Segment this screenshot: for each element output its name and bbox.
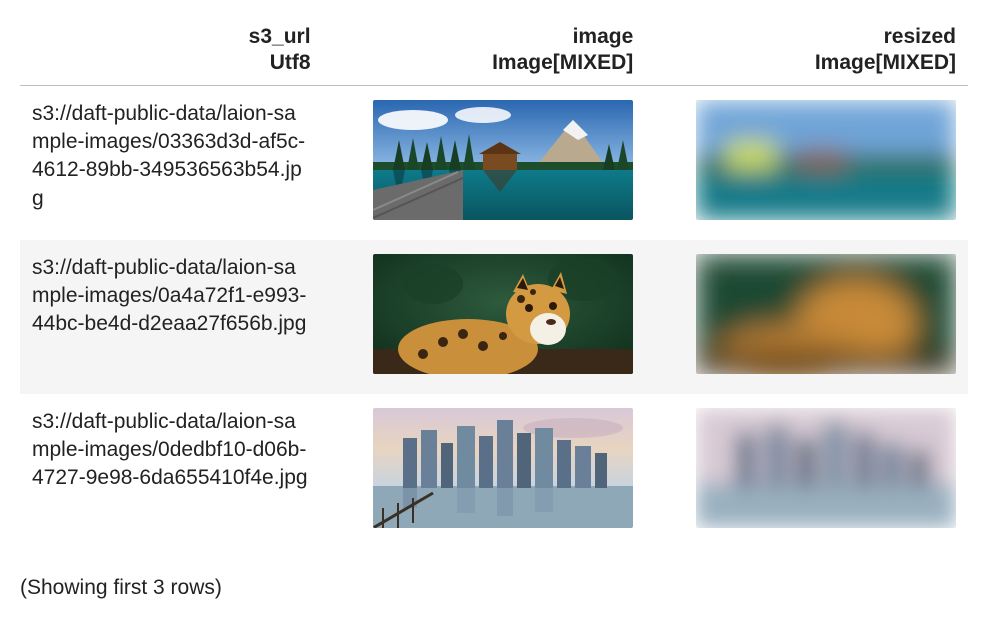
column-header-image: image Image[MIXED] (323, 18, 646, 85)
cell-image (323, 240, 646, 394)
cell-image (323, 394, 646, 548)
column-type: Utf8 (270, 51, 311, 74)
footer-note: (Showing first 3 rows) (20, 576, 968, 600)
column-header-resized: resized Image[MIXED] (645, 18, 968, 85)
image-thumbnail-resized (696, 100, 956, 220)
cell-s3url: s3://daft-public-data/laion-sample-image… (20, 85, 323, 240)
column-name: resized (884, 25, 956, 48)
column-type: Image[MIXED] (492, 51, 633, 74)
column-header-s3url: s3_url Utf8 (20, 18, 323, 85)
column-type: Image[MIXED] (815, 51, 956, 74)
column-name: s3_url (249, 25, 311, 48)
cell-image (323, 85, 646, 240)
header-row: s3_url Utf8 image Image[MIXED] resized I… (20, 18, 968, 85)
image-thumbnail (373, 408, 633, 528)
image-thumbnail-resized (696, 408, 956, 528)
column-name: image (573, 25, 634, 48)
image-thumbnail (373, 254, 633, 374)
cell-s3url: s3://daft-public-data/laion-sample-image… (20, 394, 323, 548)
cell-resized (645, 240, 968, 394)
cell-resized (645, 85, 968, 240)
table-row: s3://daft-public-data/laion-sample-image… (20, 240, 968, 394)
cell-resized (645, 394, 968, 548)
image-thumbnail (373, 100, 633, 220)
table-row: s3://daft-public-data/laion-sample-image… (20, 85, 968, 240)
image-thumbnail-resized (696, 254, 956, 374)
data-table: s3_url Utf8 image Image[MIXED] resized I… (20, 18, 968, 548)
cell-s3url: s3://daft-public-data/laion-sample-image… (20, 240, 323, 394)
table-row: s3://daft-public-data/laion-sample-image… (20, 394, 968, 548)
